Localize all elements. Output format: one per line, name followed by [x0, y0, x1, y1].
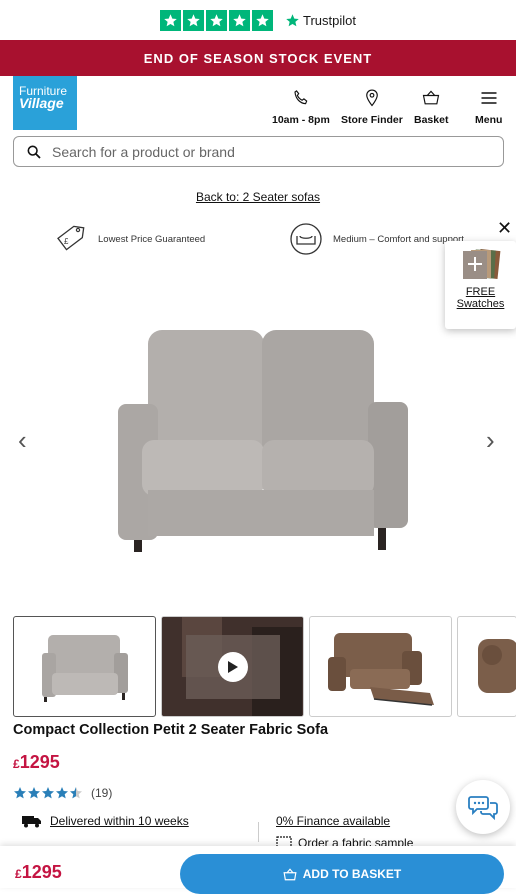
play-icon[interactable]: [218, 652, 248, 682]
footer-price-value: 1295: [21, 862, 62, 882]
review-count[interactable]: (19): [91, 786, 112, 800]
site-logo[interactable]: Furniture Village: [13, 76, 77, 130]
store-finder-label: Store Finder: [341, 114, 403, 126]
free-swatches-line-1: FREE: [465, 286, 496, 298]
basket-icon: [423, 90, 440, 105]
chat-bubbles-icon: [468, 796, 498, 821]
search-icon[interactable]: [26, 144, 42, 160]
usp-price: £ Lowest Price Guaranteed: [52, 222, 205, 256]
finance-link[interactable]: 0% Finance available: [276, 814, 390, 828]
prev-image-arrow-icon[interactable]: ‹: [18, 425, 27, 456]
free-swatches-card[interactable]: FREE Swatches: [445, 241, 516, 329]
trustpilot-bar[interactable]: Trustpilot: [0, 0, 516, 40]
product-title: Compact Collection Petit 2 Seater Fabric…: [13, 722, 329, 738]
star-icon: [160, 9, 181, 31]
menu-label: Menu: [475, 114, 503, 126]
comfort-seat-icon: [290, 223, 322, 255]
menu-nav[interactable]: Menu: [475, 88, 502, 126]
trustpilot-label: Trustpilot: [303, 12, 356, 28]
breadcrumb-back-link[interactable]: Back to: 2 Seater sofas: [0, 190, 516, 204]
product-price-currency: £: [13, 757, 20, 771]
delivery-label: Delivered within 10 weeks: [50, 814, 189, 828]
close-icon[interactable]: ✕: [497, 218, 512, 239]
product-price: £1295: [13, 752, 60, 773]
info-divider: [258, 822, 259, 842]
search-input[interactable]: [52, 143, 472, 160]
location-pin-icon: [366, 89, 378, 107]
thumbnail-strip: [13, 616, 516, 717]
phone-icon: [294, 90, 308, 105]
add-to-basket-label: ADD TO BASKET: [302, 867, 402, 881]
promo-banner-text: END OF SEASON STOCK EVENT: [143, 50, 373, 66]
price-tag-icon: £: [57, 225, 85, 251]
thumbnail-4[interactable]: [457, 616, 516, 717]
logo-line-2: Village: [19, 95, 64, 111]
store-finder-nav[interactable]: Store Finder: [341, 88, 403, 126]
product-rating[interactable]: (19): [13, 786, 112, 800]
basket-icon: [283, 867, 297, 880]
product-main-image[interactable]: [100, 318, 420, 558]
basket-nav[interactable]: Basket: [414, 88, 448, 126]
phone-hours-label: 10am - 8pm: [272, 114, 330, 126]
star-icon: [183, 9, 204, 31]
footer-price-currency: £: [15, 867, 22, 881]
delivery-info[interactable]: Delivered within 10 weeks: [22, 814, 189, 828]
usp-price-label: Lowest Price Guaranteed: [98, 233, 206, 245]
thumbnail-1[interactable]: [13, 616, 156, 717]
fabric-swatches-icon: [457, 248, 505, 282]
phone-nav[interactable]: 10am - 8pm: [272, 88, 330, 126]
usp-comfort: Medium – Comfort and support: [289, 222, 464, 256]
promo-banner[interactable]: END OF SEASON STOCK EVENT: [0, 40, 516, 76]
star-icon: [206, 9, 227, 31]
search-bar[interactable]: [13, 136, 504, 167]
thumbnail-3[interactable]: [309, 616, 452, 717]
svg-text:£: £: [64, 237, 69, 246]
trustpilot-stars: [160, 9, 273, 31]
chat-button[interactable]: [456, 780, 510, 834]
trustpilot-logo: Trustpilot: [285, 13, 356, 28]
next-image-arrow-icon[interactable]: ›: [486, 425, 495, 456]
add-to-basket-button[interactable]: ADD TO BASKET: [180, 854, 504, 894]
basket-label: Basket: [414, 114, 449, 126]
site-header: Furniture Village 10am - 8pm Store Finde…: [0, 76, 516, 134]
thumbnail-video[interactable]: [161, 616, 304, 717]
rating-stars-icon: [14, 787, 82, 799]
product-price-value: 1295: [19, 752, 60, 772]
free-swatches-line-2: Swatches: [456, 298, 505, 310]
sticky-footer: £1295 ADD TO BASKET: [0, 846, 516, 894]
delivery-truck-icon: [22, 816, 41, 828]
star-icon: [229, 9, 250, 31]
star-icon: [252, 9, 273, 31]
hamburger-menu-icon: [481, 92, 497, 104]
footer-price: £1295: [15, 862, 62, 883]
trustpilot-star-icon: [286, 13, 299, 26]
